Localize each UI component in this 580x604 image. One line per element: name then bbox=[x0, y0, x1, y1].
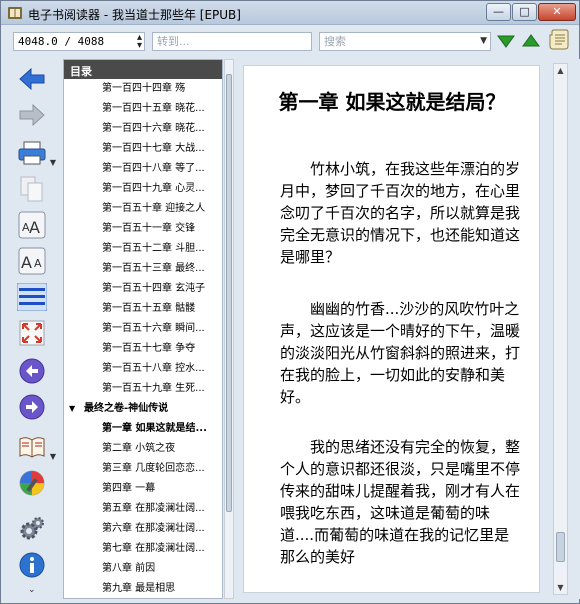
color-button[interactable] bbox=[16, 469, 48, 499]
spin-arrows-icon[interactable]: ▴ ▾ bbox=[137, 33, 142, 51]
toc-item[interactable]: 第九章 最是相思 bbox=[64, 579, 222, 598]
toc-panel: 目录 第一百四十四章 殇 第一百四十五章 晓花... 第一百四十六章 晓花...… bbox=[63, 59, 223, 599]
copy-button[interactable] bbox=[16, 175, 48, 205]
toc-item[interactable]: 第一百五十七章 争夺 bbox=[64, 339, 222, 359]
minimize-icon: — bbox=[493, 5, 504, 18]
paragraph: 我的思绪还没有完全的恢复，整个人的意识都还很淡，只是嘴里不停传来的甜味儿提醒着我… bbox=[280, 438, 521, 566]
print-icon bbox=[18, 140, 46, 169]
window-title: 电子书阅读器 - 我当道士那些年 [EPUB] bbox=[28, 8, 241, 22]
toc-item[interactable]: 第一百五十九章 生死... bbox=[64, 379, 222, 399]
forward-button[interactable] bbox=[16, 101, 48, 131]
goto-input[interactable] bbox=[153, 33, 311, 50]
title-bar: 电子书阅读器 - 我当道士那些年 [EPUB] — □ ✕ bbox=[1, 1, 579, 25]
font-smaller-icon: AA bbox=[18, 247, 46, 278]
minimize-button[interactable]: — bbox=[486, 3, 511, 21]
info-button[interactable] bbox=[16, 551, 48, 581]
settings-button[interactable] bbox=[16, 515, 48, 545]
previous-button[interactable] bbox=[16, 357, 48, 387]
toc-item[interactable]: 第一百四十四章 殇 bbox=[64, 79, 222, 99]
up-arrow-icon[interactable] bbox=[522, 33, 540, 52]
goto-field[interactable] bbox=[152, 32, 312, 51]
app-window: 电子书阅读器 - 我当道士那些年 [EPUB] — □ ✕ ▴▾ ▼ bbox=[0, 0, 580, 604]
svg-text:A: A bbox=[34, 257, 42, 270]
line-spacing-button[interactable] bbox=[16, 282, 48, 314]
paragraph: 幽幽的竹香...沙沙的风吹竹叶之声，这应该是一个晴好的下午，温暖的淡淡阳光从竹窗… bbox=[280, 300, 521, 406]
info-icon bbox=[19, 552, 45, 581]
position-input[interactable] bbox=[14, 33, 144, 50]
close-button[interactable]: ✕ bbox=[538, 3, 576, 21]
line-spacing-icon bbox=[16, 282, 48, 314]
settings-icon bbox=[19, 516, 45, 545]
toc-item[interactable]: 第六章 在那凌澜壮阔... bbox=[64, 519, 222, 539]
book-icon bbox=[18, 435, 46, 462]
paragraph: 竹林小筑，在我这些年漂泊的岁月中，梦回了千百次的地方，在心里念叨了千百次的名字，… bbox=[280, 160, 521, 266]
font-larger-icon: AA bbox=[18, 211, 46, 242]
toolbar: ▴▾ ▼ bbox=[1, 25, 579, 57]
toc-item[interactable]: 第八章 前因 bbox=[64, 559, 222, 579]
reader-scrollbar[interactable]: ▲ ▼ bbox=[553, 63, 568, 595]
previous-icon bbox=[19, 358, 45, 387]
toc-item[interactable]: 第一百五十一章 交锋 bbox=[64, 219, 222, 239]
position-spinbox[interactable]: ▴▾ bbox=[13, 32, 145, 51]
search-input[interactable] bbox=[320, 33, 490, 50]
font-larger-button[interactable]: AA bbox=[16, 211, 48, 241]
scroll-up-icon[interactable]: ▲ bbox=[554, 66, 567, 75]
toc-item[interactable]: 第七章 在那凌澜壮阔... bbox=[64, 539, 222, 559]
font-smaller-button[interactable]: AA bbox=[16, 247, 48, 277]
back-arrow-icon bbox=[19, 67, 45, 93]
toc-scroll-thumb[interactable] bbox=[226, 74, 232, 512]
next-button[interactable] bbox=[16, 393, 48, 423]
toc-item[interactable]: 第三章 几度轮回恋恋... bbox=[64, 459, 222, 479]
sidebar-toolbar: ▼ AA AA ▼ ⌄ bbox=[1, 59, 59, 599]
maximize-button[interactable]: □ bbox=[512, 3, 537, 21]
book-button[interactable]: ▼ bbox=[16, 433, 56, 463]
toc-item[interactable]: 第一百四十九章 心灵... bbox=[64, 179, 222, 199]
toc-item[interactable]: 第二章 小筑之夜 bbox=[64, 439, 222, 459]
toc-item[interactable]: 第四章 一幕 bbox=[64, 479, 222, 499]
toc-item-current[interactable]: 第一章 如果这就是结... bbox=[64, 419, 222, 439]
reading-area: 第一章 如果这就是结局？ 竹林小筑，在我这些年漂泊的岁月中，梦回了千百次的地方，… bbox=[235, 59, 580, 599]
fullscreen-icon bbox=[19, 320, 45, 349]
app-icon bbox=[7, 5, 23, 21]
toc-item[interactable]: 第一百五十八章 控水... bbox=[64, 359, 222, 379]
toc-item[interactable]: 第一百四十七章 大战... bbox=[64, 139, 222, 159]
toc-scrollbar[interactable] bbox=[224, 59, 234, 599]
toc-volume-item[interactable]: ▼ 最终之卷-神仙传说 bbox=[64, 399, 222, 419]
reader-scroll-thumb[interactable] bbox=[556, 532, 565, 562]
copy-icon bbox=[20, 176, 44, 205]
toc-item[interactable]: 第一百五十章 迎接之人 bbox=[64, 199, 222, 219]
scroll-icon[interactable] bbox=[549, 29, 569, 54]
chevron-down-icon[interactable]: ▼ bbox=[69, 399, 75, 419]
back-button[interactable] bbox=[16, 65, 48, 95]
book-page: 第一章 如果这就是结局？ 竹林小筑，在我这些年漂泊的岁月中，梦回了千百次的地方，… bbox=[243, 65, 540, 593]
toc-item[interactable]: 第一百四十八章 等了... bbox=[64, 159, 222, 179]
toc-item[interactable]: 第一百四十六章 晓花... bbox=[64, 119, 222, 139]
print-button[interactable]: ▼ bbox=[16, 139, 56, 169]
svg-text:A: A bbox=[21, 253, 32, 272]
search-field[interactable]: ▼ bbox=[319, 32, 491, 51]
dropdown-arrow-icon[interactable]: ▼ bbox=[50, 452, 56, 461]
scroll-down-icon[interactable]: ▼ bbox=[554, 583, 567, 592]
more-icon[interactable]: ⌄ bbox=[28, 585, 36, 595]
toc-item[interactable]: 第一百五十五章 骷髅 bbox=[64, 299, 222, 319]
toc-item[interactable]: 第一百五十四章 玄沌子 bbox=[64, 279, 222, 299]
chapter-title: 第一章 如果这就是结局？ bbox=[278, 90, 506, 114]
toc-item[interactable]: 第五章 在那凌澜壮阔... bbox=[64, 499, 222, 519]
toc-list: 第一百四十四章 殇 第一百四十五章 晓花... 第一百四十六章 晓花... 第一… bbox=[64, 79, 222, 598]
chevron-down-icon[interactable]: ▼ bbox=[480, 36, 487, 46]
svg-text:A: A bbox=[29, 218, 40, 237]
color-icon bbox=[18, 469, 46, 500]
toc-header: 目录 bbox=[64, 60, 222, 79]
close-icon: ✕ bbox=[552, 5, 562, 18]
maximize-icon: □ bbox=[519, 5, 530, 18]
down-arrow-icon[interactable] bbox=[497, 33, 515, 52]
toc-item[interactable]: 第一百五十六章 瞬间... bbox=[64, 319, 222, 339]
forward-arrow-icon bbox=[19, 103, 45, 129]
toc-item[interactable]: 第一百五十三章 最终... bbox=[64, 259, 222, 279]
dropdown-arrow-icon[interactable]: ▼ bbox=[50, 158, 56, 167]
toc-item[interactable]: 第一百五十二章 斗胆... bbox=[64, 239, 222, 259]
toc-item[interactable]: 第一百四十五章 晓花... bbox=[64, 99, 222, 119]
next-icon bbox=[19, 394, 45, 423]
fullscreen-button[interactable] bbox=[16, 319, 48, 349]
